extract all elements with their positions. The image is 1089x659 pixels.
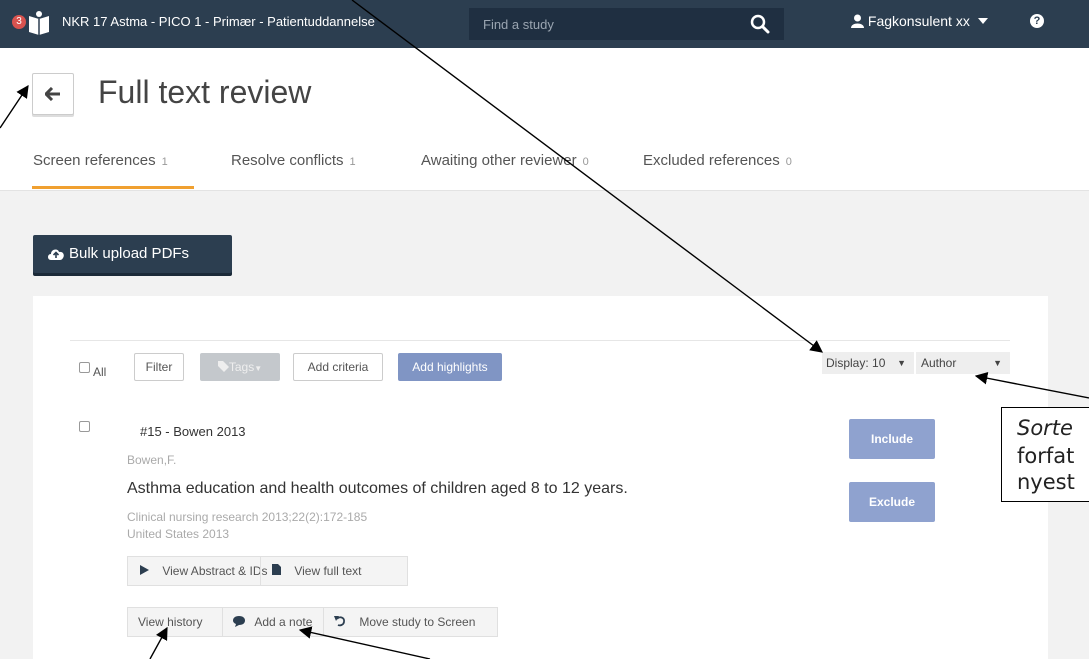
arrow-to-display-select xyxy=(351,0,824,353)
arrow-to-add-note xyxy=(298,626,431,659)
arrow-to-view-history xyxy=(149,626,168,659)
arrow-to-sort-select xyxy=(974,371,1089,399)
annotation-arrows xyxy=(0,0,1089,659)
arrow-to-back-button xyxy=(0,84,29,129)
